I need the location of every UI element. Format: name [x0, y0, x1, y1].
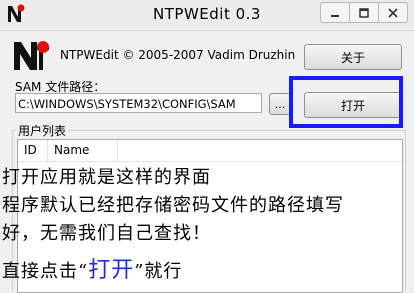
- user-list-header: ID Name: [18, 140, 402, 162]
- annotation-suffix: ”就行: [134, 261, 183, 282]
- close-button[interactable]: [379, 3, 407, 22]
- copyright-text: NTPWEdit © 2005-2007 Vadim Druzhin: [60, 48, 296, 62]
- column-id[interactable]: ID: [18, 140, 48, 161]
- annotation-line-2: 程序默认已经把存储密码文件的路径填写: [2, 195, 344, 216]
- annotation-line-3: 好，无需我们自己查找！: [2, 223, 211, 244]
- window-controls: [320, 2, 408, 23]
- ntpwedit-logo-icon: [14, 41, 49, 70]
- title-bar: NTPWEdit 0.3: [0, 0, 414, 31]
- browse-button[interactable]: ...: [269, 93, 291, 115]
- minimize-button[interactable]: [321, 3, 350, 22]
- close-icon: [388, 7, 398, 18]
- annotation-open-word: 打开: [88, 258, 135, 283]
- maximize-button[interactable]: [350, 3, 379, 22]
- maximize-icon: [359, 7, 369, 18]
- open-button-highlight-box: [289, 76, 403, 128]
- annotation-line-4: 直接点击“打开”就行: [2, 252, 182, 284]
- about-button[interactable]: 关于: [304, 44, 402, 70]
- sam-path-input[interactable]: C:\WINDOWS\SYSTEM32\CONFIG\SAM: [15, 93, 262, 113]
- column-name[interactable]: Name: [48, 140, 118, 161]
- user-list-label: 用户列表: [16, 122, 69, 139]
- minimize-icon: [331, 14, 339, 17]
- annotation-line-1: 打开应用就是这样的界面: [2, 167, 211, 188]
- annotation-prefix: 直接点击“: [2, 261, 89, 282]
